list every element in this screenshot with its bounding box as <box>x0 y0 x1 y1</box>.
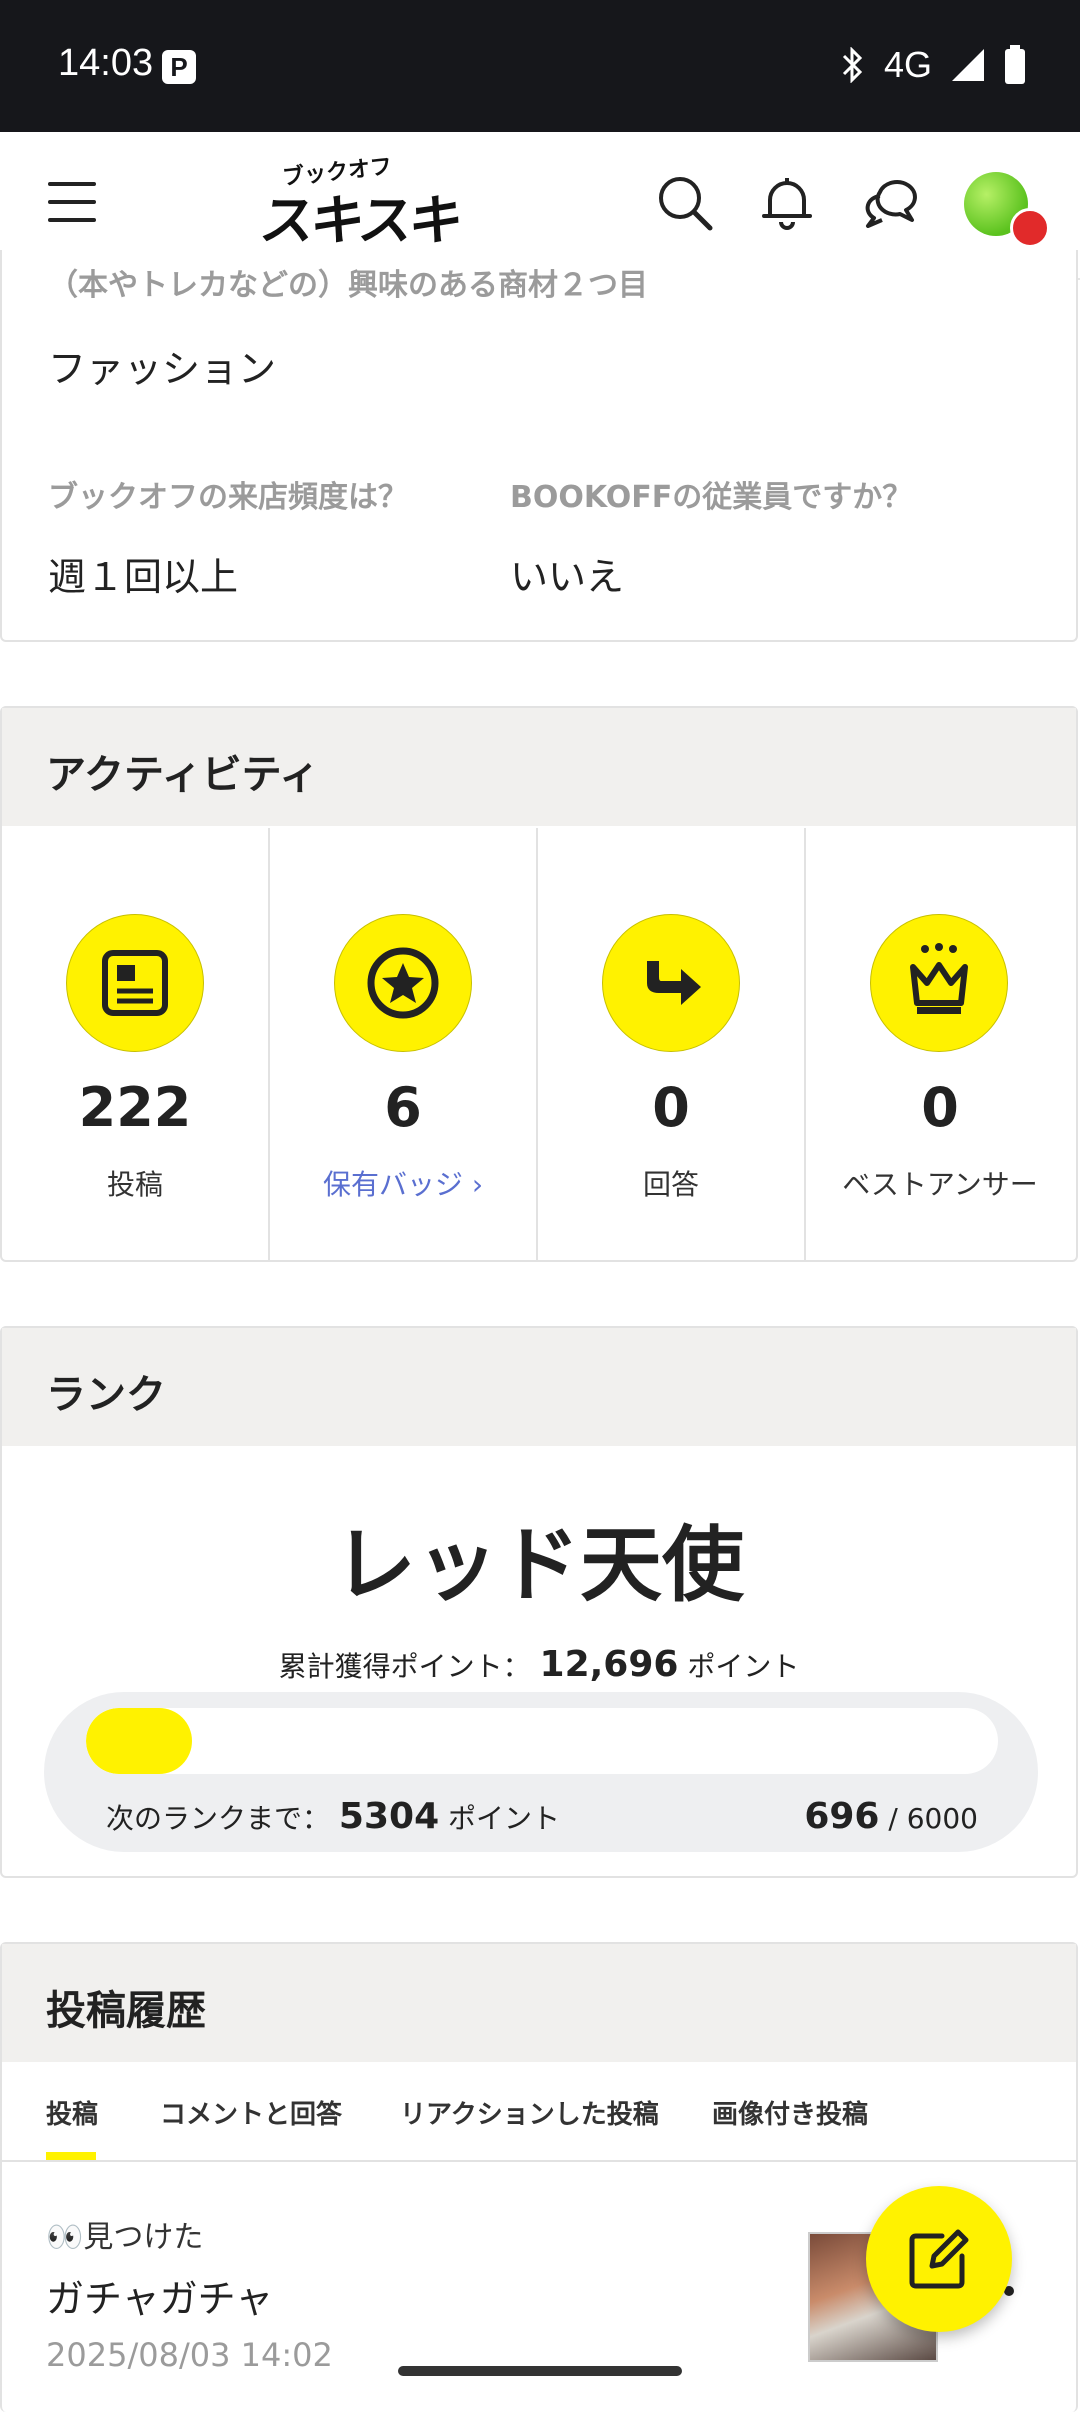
crown-icon <box>870 914 1008 1052</box>
parking-notification-icon: P <box>162 50 196 84</box>
next-rank-unit: ポイント <box>448 1802 561 1835</box>
compose-button[interactable] <box>866 2186 1012 2332</box>
search-icon[interactable] <box>654 172 716 234</box>
next-rank-value: 5304 <box>338 1796 440 1837</box>
rank-progress-box: 次のランクまで： 5304 ポイント 696 / 6000 <box>44 1692 1038 1852</box>
rank-title: ランク <box>46 1372 166 1418</box>
bell-icon[interactable] <box>756 172 818 234</box>
status-indicators: 4G <box>840 40 1026 90</box>
home-indicator[interactable] <box>398 2366 682 2376</box>
next-rank-label: 次のランクまで： <box>106 1802 331 1835</box>
signal-icon <box>952 49 984 81</box>
tab-image-posts[interactable]: 画像付き投稿 <box>712 2094 868 2131</box>
badges-link[interactable]: 保有バッジ › <box>270 1163 536 1203</box>
history-title: 投稿履歴 <box>46 1988 206 2034</box>
employee-label: BOOKOFFの従業員ですか？ <box>510 480 913 515</box>
rank-header: ランク <box>2 1328 1076 1446</box>
tab-comments-answers[interactable]: コメントと回答 <box>160 2094 342 2131</box>
reply-arrow-icon <box>602 914 740 1052</box>
history-tabs: 投稿 コメントと回答 リアクションした投稿 画像付き投稿 <box>2 2064 1076 2162</box>
chat-icon[interactable] <box>860 172 922 234</box>
interest-label-2: （本やトレカなどの）興味のある商材２つ目 <box>48 268 648 303</box>
total-points: 累計獲得ポイント： 12,696 ポイント <box>2 1644 1076 1685</box>
rank-card: ランク レッド天使 累計獲得ポイント： 12,696 ポイント 次のランクまで：… <box>0 1326 1078 1878</box>
progress-separator: / <box>888 1802 898 1835</box>
rank-name: レッド天使 <box>333 1518 744 1613</box>
menu-icon[interactable] <box>48 182 96 222</box>
activity-badges[interactable]: 6 保有バッジ › <box>270 828 538 1260</box>
post-history-card: 投稿履歴 投稿 コメントと回答 リアクションした投稿 画像付き投稿 👀見つけた … <box>0 1942 1078 2412</box>
employee-value: いいえ <box>510 555 625 599</box>
activity-best-answers[interactable]: 0 ベストアンサー <box>806 828 1074 1260</box>
rank-progress-ratio: 696 / 6000 <box>804 1796 978 1837</box>
edit-icon <box>909 2229 969 2289</box>
active-tab-indicator <box>46 2152 96 2160</box>
post-date: 2025/08/03 14:02 <box>46 2336 333 2374</box>
activity-posts[interactable]: 222 投稿 <box>2 828 270 1260</box>
progress-current: 696 <box>804 1796 880 1837</box>
visit-frequency-value: 週１回以上 <box>48 555 239 599</box>
answers-label: 回答 <box>642 1168 699 1201</box>
tab-posts[interactable]: 投稿 <box>46 2094 98 2131</box>
best-answers-label: ベストアンサー <box>842 1168 1038 1201</box>
visit-frequency-label: ブックオフの来店頻度は？ <box>48 480 408 515</box>
tab-reacted-posts[interactable]: リアクションした投稿 <box>400 2094 659 2131</box>
status-time: 14:03 <box>58 42 154 84</box>
total-points-unit: ポイント <box>687 1650 800 1683</box>
activity-title: アクティビティ <box>46 752 320 798</box>
history-header: 投稿履歴 <box>2 1944 1076 2062</box>
interest-value-2: ファッション <box>48 347 277 391</box>
battery-icon <box>1005 45 1025 84</box>
badges-count: 6 <box>384 1076 422 1139</box>
rank-progress-fill <box>86 1708 192 1774</box>
activity-header: アクティビティ <box>2 708 1076 826</box>
post-icon <box>66 914 204 1052</box>
next-rank: 次のランクまで： 5304 ポイント <box>106 1796 560 1837</box>
profile-details-card: （本やトレカなどの）興味のある商材２つ目 ファッション ブックオフの来店頻度は？… <box>0 250 1078 642</box>
answers-count: 0 <box>652 1076 690 1139</box>
rank-progress-track <box>86 1708 998 1774</box>
best-answers-count: 0 <box>921 1076 959 1139</box>
activity-card: アクティビティ 222 投稿 6 保有バッジ › 0 回答 0 ベストアンサー <box>0 706 1078 1262</box>
total-points-label: 累計獲得ポイント： <box>278 1650 531 1683</box>
post-category: 👀見つけた <box>46 2220 204 2255</box>
bluetooth-icon <box>842 47 863 83</box>
posts-label: 投稿 <box>106 1168 163 1201</box>
progress-max: 6000 <box>906 1802 978 1835</box>
status-bar: 14:03 P 4G <box>0 0 1080 132</box>
star-badge-icon <box>334 914 472 1052</box>
network-type: 4G <box>883 44 932 85</box>
app-logo[interactable]: ブックオフ スキスキ天国 <box>245 154 496 331</box>
post-title[interactable]: ガチャガチャ <box>46 2268 273 2323</box>
posts-count: 222 <box>78 1076 192 1139</box>
avatar-status-badge <box>1010 208 1050 248</box>
activity-answers[interactable]: 0 回答 <box>538 828 806 1260</box>
total-points-value: 12,696 <box>539 1644 679 1685</box>
